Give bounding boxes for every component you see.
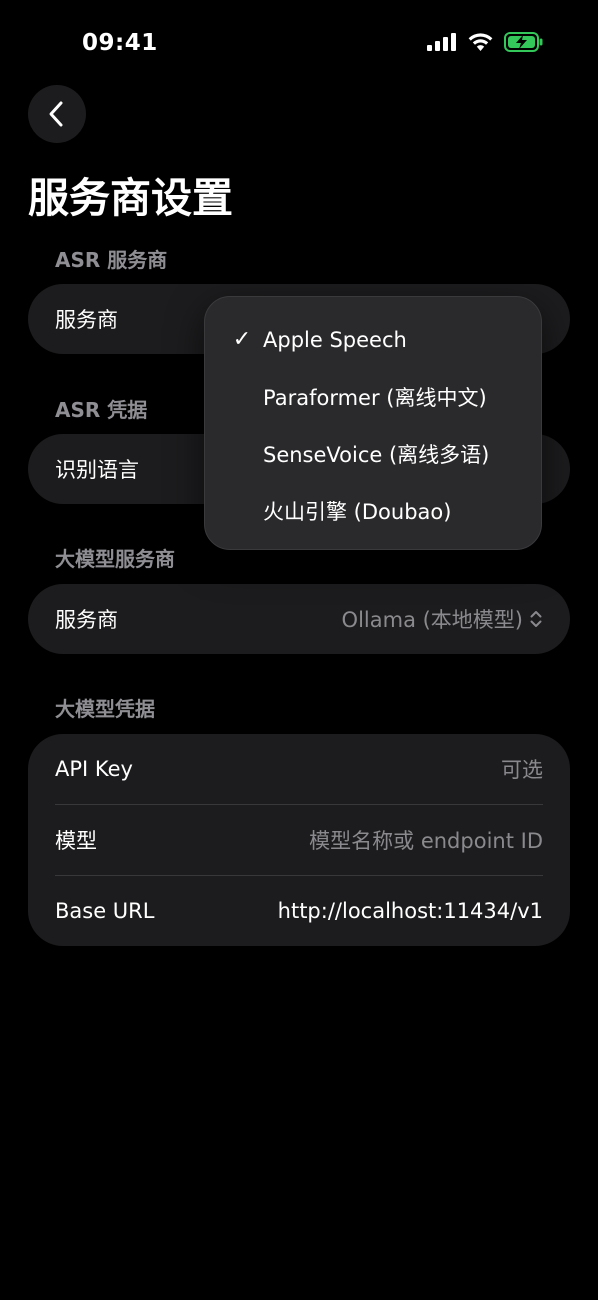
chevron-left-icon (49, 101, 63, 127)
llm-provider-row[interactable]: 服务商 Ollama (本地模型) (28, 584, 570, 654)
llm-provider-row-label: 服务商 (55, 608, 118, 632)
llm-provider-card: 服务商 Ollama (本地模型) (28, 584, 570, 654)
menu-item-paraformer[interactable]: Paraformer (离线中文) (205, 368, 541, 425)
menu-item-volcengine[interactable]: 火山引擎 (Doubao) (205, 482, 541, 539)
chevron-up-down-icon (530, 611, 542, 627)
cellular-signal-icon (427, 33, 456, 51)
api-key-row[interactable]: API Key 可选 (28, 734, 570, 804)
api-key-field[interactable]: 可选 (501, 754, 543, 784)
asr-provider-section-label: ASR 服务商 (55, 248, 168, 272)
model-row[interactable]: 模型 模型名称或 endpoint ID (55, 804, 543, 875)
model-field[interactable]: 模型名称或 endpoint ID (309, 825, 543, 855)
llm-provider-section-label: 大模型服务商 (55, 547, 175, 571)
llm-provider-value: Ollama (本地模型) (341, 608, 523, 632)
recognition-language-label: 识别语言 (55, 458, 139, 482)
llm-provider-picker[interactable]: Ollama (本地模型) (342, 604, 543, 634)
base-url-label: Base URL (55, 898, 155, 923)
asr-provider-row-label: 服务商 (55, 308, 118, 332)
menu-item-label: Apple Speech (263, 327, 407, 352)
menu-item-apple-speech[interactable]: ✓ Apple Speech (205, 311, 541, 368)
model-label: 模型 (55, 829, 97, 853)
base-url-field[interactable]: http://localhost:11434/v1 (278, 899, 543, 923)
api-key-label: API Key (55, 757, 133, 781)
battery-charging-icon (504, 32, 543, 52)
provider-settings-screen: 09:41 服务商设置 ASR 服务商 服务商 ASR 凭据 识别语言 大模型服… (0, 0, 598, 1300)
llm-credentials-section-label: 大模型凭据 (55, 697, 155, 721)
status-icons (427, 32, 544, 52)
asr-credentials-section-label: ASR 凭据 (55, 398, 148, 422)
asr-provider-menu: ✓ Apple Speech Paraformer (离线中文) SenseVo… (204, 296, 542, 550)
menu-item-label: Paraformer (离线中文) (263, 385, 487, 410)
page-title: 服务商设置 (28, 174, 233, 222)
back-button[interactable] (28, 85, 86, 143)
menu-item-label: 火山引擎 (Doubao) (263, 499, 452, 524)
checkmark-icon: ✓ (232, 327, 252, 352)
status-time: 09:41 (82, 30, 158, 56)
menu-item-label: SenseVoice (离线多语) (263, 442, 490, 467)
menu-item-sensevoice[interactable]: SenseVoice (离线多语) (205, 425, 541, 482)
base-url-row[interactable]: Base URL http://localhost:11434/v1 (55, 875, 543, 945)
wifi-icon (468, 33, 493, 51)
llm-credentials-card: API Key 可选 模型 模型名称或 endpoint ID Base URL… (28, 734, 570, 946)
